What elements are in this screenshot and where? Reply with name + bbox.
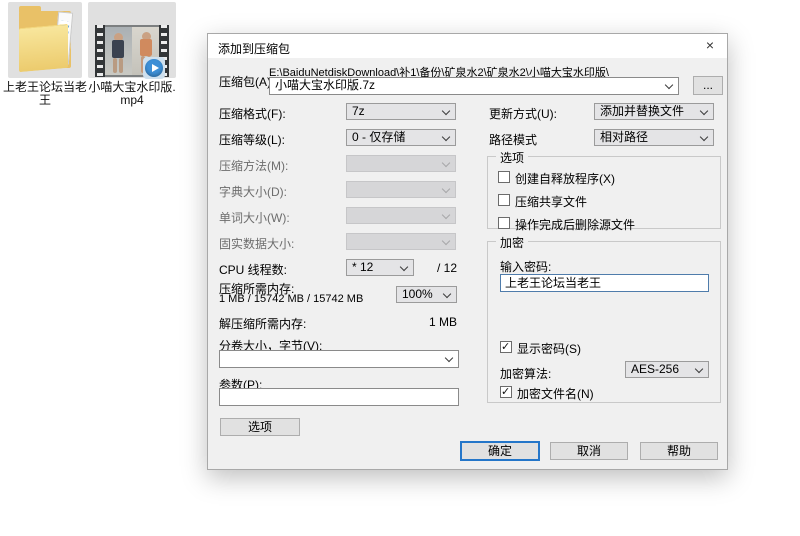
memory-decompress-label: 解压缩所需内存: <box>219 317 307 331</box>
checkbox-box-checked[interactable] <box>500 385 512 398</box>
encryption-groupbox: 加密 输入密码: 上老王论坛当老王 显示密码(S) 加密算法: AES-256 … <box>487 234 721 403</box>
volume-size-combobox[interactable] <box>219 350 459 368</box>
options-button[interactable]: 选项 <box>220 418 300 436</box>
level-combobox[interactable]: 0 - 仅存储 <box>346 129 456 146</box>
checkbox-box[interactable] <box>498 217 510 229</box>
close-icon[interactable]: × <box>693 34 727 58</box>
checkbox-label: 操作完成后删除源文件 <box>515 218 636 232</box>
play-overlay <box>143 57 165 79</box>
encryption-group-title: 加密 <box>496 234 529 251</box>
chevron-down-icon <box>441 236 451 246</box>
checkbox-label: 显示密码(S) <box>517 342 581 356</box>
video-label-line2: mp4 <box>120 93 144 107</box>
archive-name-combobox[interactable]: 小喵大宝水印版.7z <box>269 77 679 95</box>
update-mode-combobox[interactable]: 添加并替换文件 <box>594 103 714 120</box>
memory-compress-value: 1 MB / 15742 MB / 15742 MB <box>219 293 364 305</box>
level-value: 0 - 仅存储 <box>352 130 406 144</box>
memory-percent-value: 100% <box>402 287 433 301</box>
password-input[interactable]: 上老王论坛当老王 <box>500 274 709 292</box>
chevron-down-icon[interactable] <box>699 132 709 142</box>
video-frame-left <box>105 27 132 75</box>
word-size-label: 单词大小(W): <box>219 211 290 225</box>
dictionary-combobox <box>346 181 456 198</box>
cancel-button[interactable]: 取消 <box>550 442 628 460</box>
memory-percent-combobox[interactable]: 100% <box>396 286 457 303</box>
level-label: 压缩等级(L): <box>219 133 286 147</box>
person1-leg2 <box>119 58 123 73</box>
password-label: 输入密码: <box>500 260 552 274</box>
film-strip <box>95 25 169 79</box>
chevron-down-icon[interactable] <box>694 364 704 374</box>
video-thumbnail-icon[interactable] <box>88 2 176 79</box>
archive-label: 压缩包(A): <box>219 75 275 89</box>
checkbox-box-checked[interactable] <box>500 340 512 353</box>
person1-leg <box>113 58 117 73</box>
dialog-titlebar[interactable]: 添加到压缩包 × <box>208 34 727 58</box>
method-combobox <box>346 155 456 172</box>
format-combobox[interactable]: 7z <box>346 103 456 120</box>
encryption-method-value: AES-256 <box>631 362 680 376</box>
chevron-down-icon[interactable] <box>442 289 452 299</box>
dialog-title: 添加到压缩包 <box>218 42 291 56</box>
memory-decompress-value: 1 MB <box>428 315 457 329</box>
ok-button[interactable]: 确定 <box>460 441 540 461</box>
add-to-archive-dialog: 添加到压缩包 × 压缩包(A): E:\BaiduNetdiskDownload… <box>207 33 728 470</box>
options-group-title: 选项 <box>496 149 529 166</box>
person1-body <box>112 40 124 58</box>
parameters-input[interactable] <box>219 388 459 406</box>
options-groupbox: 选项 创建自释放程序(X) 压缩共享文件 操作完成后删除源文件 <box>487 149 721 232</box>
folder-front-shape <box>19 23 68 73</box>
checkbox-box[interactable] <box>498 171 510 183</box>
update-mode-label: 更新方式(U): <box>489 107 557 121</box>
method-label: 压缩方法(M): <box>219 159 289 173</box>
chevron-down-icon[interactable] <box>444 353 454 363</box>
play-button-icon <box>145 59 163 77</box>
browse-button[interactable]: ... <box>693 76 723 95</box>
chevron-down-icon <box>441 158 451 168</box>
help-button[interactable]: 帮助 <box>640 442 718 460</box>
chevron-down-icon <box>441 210 451 220</box>
play-triangle-icon <box>152 64 159 72</box>
encryption-method-combobox[interactable]: AES-256 <box>625 361 709 378</box>
checkbox-label: 加密文件名(N) <box>517 387 594 401</box>
chevron-down-icon <box>441 184 451 194</box>
checkbox-label: 创建自释放程序(X) <box>515 172 615 186</box>
person2-body <box>140 39 152 56</box>
chevron-down-icon[interactable] <box>664 80 674 90</box>
path-mode-combobox[interactable]: 相对路径 <box>594 129 714 146</box>
video-icon-label: 小喵大宝水印版. mp4 <box>80 81 184 107</box>
archive-name-value: 小喵大宝水印版.7z <box>275 78 376 92</box>
chevron-down-icon[interactable] <box>441 106 451 116</box>
chevron-down-icon[interactable] <box>441 132 451 142</box>
path-mode-value: 相对路径 <box>600 130 649 144</box>
chevron-down-icon[interactable] <box>699 106 709 116</box>
checkbox-label: 压缩共享文件 <box>515 195 588 209</box>
dictionary-label: 字典大小(D): <box>219 185 287 199</box>
cpu-threads-max: / 12 <box>436 261 457 275</box>
format-label: 压缩格式(F): <box>219 107 286 121</box>
word-size-combobox <box>346 207 456 224</box>
film-sprockets-left <box>95 25 105 77</box>
solid-block-label: 固实数据大小: <box>219 237 295 251</box>
checkbox-box[interactable] <box>498 194 510 206</box>
format-value: 7z <box>352 104 365 118</box>
solid-block-combobox <box>346 233 456 250</box>
path-mode-label: 路径模式 <box>489 133 538 147</box>
encryption-method-label: 加密算法: <box>500 367 552 381</box>
cpu-threads-label: CPU 线程数: <box>219 263 288 277</box>
folder-icon[interactable] <box>8 2 82 78</box>
update-mode-value: 添加并替换文件 <box>600 104 685 118</box>
